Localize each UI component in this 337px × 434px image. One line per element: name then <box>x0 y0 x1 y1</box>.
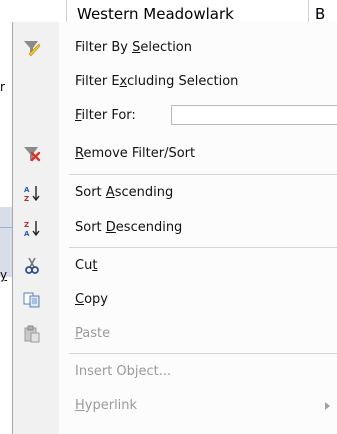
background-cell-next: B <box>308 0 337 22</box>
menu-item-hyperlink: Hyperlink <box>13 389 337 423</box>
background-left-strip: r y <box>0 22 12 434</box>
menu-item-label: Filter By Selection <box>75 40 193 55</box>
menu-item-filter-by-selection[interactable]: Filter By Selection <box>13 31 337 65</box>
menu-item-label: Hyperlink <box>75 398 138 413</box>
menu-separator <box>69 353 337 354</box>
copy-icon <box>23 291 41 309</box>
svg-text:A: A <box>24 230 30 237</box>
svg-text:Z: Z <box>24 221 29 229</box>
menu-item-label: Filter Excluding Selection <box>75 74 239 89</box>
context-menu: Filter By Selection Filter Excluding Sel… <box>12 22 337 434</box>
menu-item-label: Filter For: <box>75 108 136 123</box>
menu-item-label: Insert Object... <box>75 364 172 379</box>
sort-ascending-icon: A Z <box>23 184 41 202</box>
background-fragment: r <box>0 80 5 94</box>
menu-item-remove-filter-sort[interactable]: Remove Filter/Sort <box>13 137 337 171</box>
menu-item-label: Sort Ascending <box>75 185 174 200</box>
menu-separator <box>69 247 337 248</box>
menu-item-label: Paste <box>75 326 111 341</box>
menu-item-sort-ascending[interactable]: A Z Sort Ascending <box>13 176 337 210</box>
menu-item-cut[interactable]: Cut <box>13 249 337 283</box>
menu-item-label: Cut <box>75 258 98 273</box>
background-cell-species: Western Meadowlark <box>66 0 309 22</box>
menu-item-filter-for[interactable]: Filter For: <box>13 99 337 133</box>
sort-descending-icon: Z A <box>23 219 41 237</box>
svg-text:A: A <box>24 186 30 194</box>
menu-item-copy[interactable]: Copy <box>13 283 337 317</box>
background-grid-line <box>0 227 12 228</box>
remove-filter-icon <box>23 145 41 163</box>
menu-separator <box>69 174 337 175</box>
background-table-row: Western Meadowlark B <box>0 0 337 23</box>
menu-item-sort-descending[interactable]: Z A Sort Descending <box>13 211 337 245</box>
menu-item-label: Copy <box>75 292 108 307</box>
background-selected-area <box>0 207 12 277</box>
svg-text:Z: Z <box>24 195 29 202</box>
menu-item-filter-excluding-selection[interactable]: Filter Excluding Selection <box>13 65 337 99</box>
menu-item-insert-object: Insert Object... <box>13 355 337 389</box>
menu-item-label: Sort Descending <box>75 220 183 235</box>
cut-icon <box>23 257 41 275</box>
submenu-arrow-icon <box>325 402 330 410</box>
filter-by-selection-icon <box>23 39 41 57</box>
menu-item-paste: Paste <box>13 317 337 351</box>
paste-icon <box>23 325 41 343</box>
background-fragment: y <box>0 268 8 282</box>
menu-item-label: Remove Filter/Sort <box>75 146 196 161</box>
filter-for-input[interactable] <box>171 105 337 125</box>
